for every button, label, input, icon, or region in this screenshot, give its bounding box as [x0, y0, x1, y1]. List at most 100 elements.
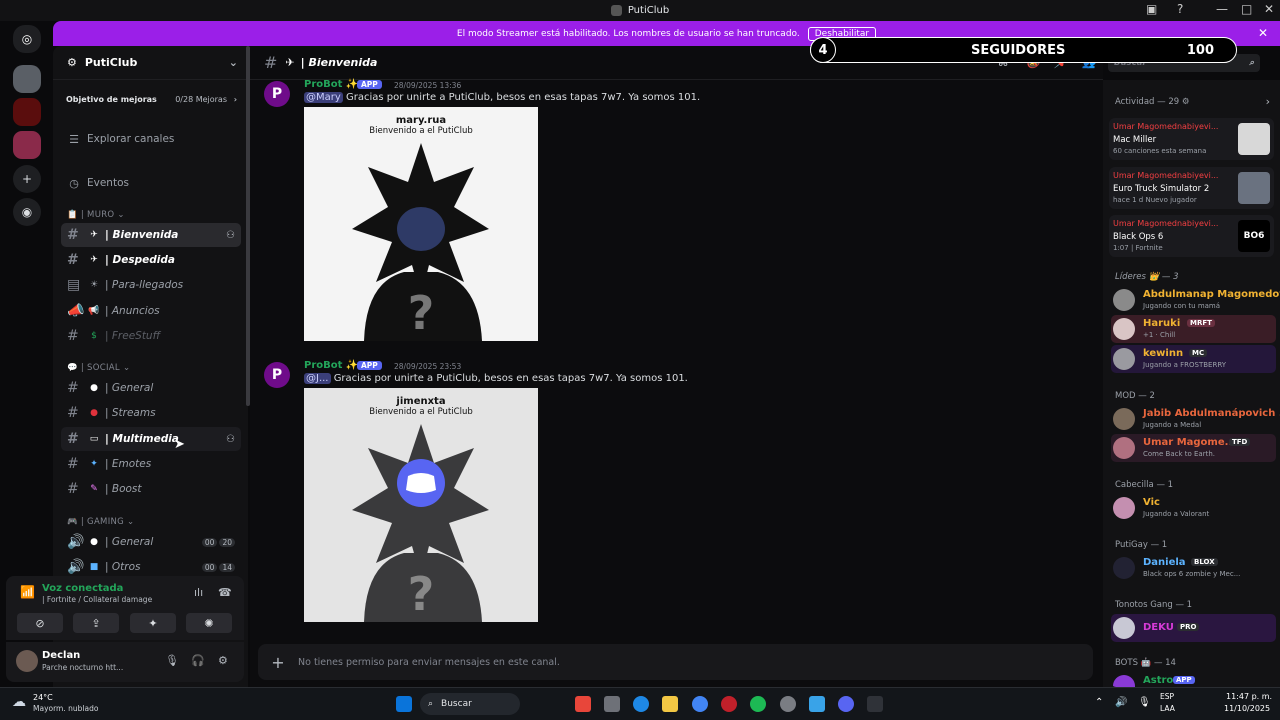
add-member-icon[interactable]: ⚇ [226, 230, 235, 241]
user-mention[interactable]: @Mary [304, 92, 343, 103]
noise-suppression-icon[interactable]: ılı [194, 586, 203, 599]
avatar [1113, 289, 1135, 311]
add-member-icon[interactable]: ⚇ [226, 434, 235, 445]
message-composer[interactable]: + No tienes permiso para enviar mensajes… [258, 644, 1093, 680]
user-mention[interactable]: @J... [304, 373, 331, 384]
edge-icon[interactable] [633, 696, 649, 712]
chevron-right-icon[interactable]: › [1266, 95, 1270, 108]
explore-icon[interactable]: ◉ [13, 198, 41, 226]
notepad-icon[interactable] [809, 696, 825, 712]
member-row[interactable]: Umar Magome... TFD Come Back to Earth. [1111, 434, 1276, 462]
voice-status[interactable]: Voz conectada [42, 583, 123, 594]
events[interactable]: ◷ Eventos [61, 171, 241, 195]
server-icon-2[interactable] [13, 98, 41, 126]
avatar[interactable]: P [264, 81, 290, 107]
username[interactable]: Declan [42, 650, 80, 661]
channel-general[interactable]: # ● | General [61, 376, 241, 400]
activity-header[interactable]: Actividad — 29 ⚙ [1115, 97, 1189, 107]
avatar[interactable] [16, 650, 38, 672]
headphones-icon[interactable]: 🎧 [191, 654, 205, 667]
channel-emoji: $ [91, 331, 97, 341]
avatar[interactable]: P [264, 362, 290, 388]
minimize-button[interactable]: — [1216, 2, 1228, 16]
welcome-image[interactable]: ? jimenxta Bienvenido a el PutiClub [304, 388, 538, 622]
volume-icon[interactable]: 🔊 [1115, 697, 1127, 708]
voice-location[interactable]: | Fortnite / Collateral damage [42, 595, 152, 604]
voice-channel-general[interactable]: 🔊 ● | General 00 20 [61, 530, 241, 554]
channel-despedida[interactable]: # ✈ | Despedida [61, 248, 241, 272]
screen-share-button[interactable]: ⇪ [73, 613, 119, 633]
member-row[interactable]: Daniela BLOX Black ops 6 zombie y Mec... [1111, 554, 1276, 582]
microphone-icon[interactable]: 🎙 [165, 654, 179, 667]
help-icon[interactable]: ? [1177, 2, 1183, 16]
member-row[interactable]: kewinn MC Jugando a FROSTBERRY [1111, 345, 1276, 373]
discord-home-icon[interactable]: ◎ [13, 25, 41, 53]
silhouette-icon: ? [352, 424, 489, 622]
discord-window: PutiClub ▣ ? — □ ✕ ◎ + ◉ El modo Streame… [0, 0, 1280, 720]
channel-freestuff[interactable]: # $ | FreeStuff [61, 324, 241, 348]
activity-card[interactable]: Umar Magomednabiyevi... Euro Truck Simul… [1109, 167, 1274, 209]
store-icon[interactable] [604, 696, 620, 712]
message-author[interactable]: ProBot ✨ [304, 360, 358, 371]
maximize-button[interactable]: □ [1241, 2, 1252, 16]
clock-time[interactable]: 11:47 p. m. [1226, 692, 1272, 701]
message-author[interactable]: ProBot ✨ [304, 79, 358, 90]
activity-card[interactable]: Umar Magomednabiyevi... Black Ops 6 1:07… [1109, 215, 1274, 257]
soundboard-button[interactable]: ✺ [186, 613, 232, 633]
app-icon[interactable] [721, 696, 737, 712]
member-row[interactable]: Astro APP [1111, 672, 1276, 687]
camera-off-button[interactable]: ⊘ [17, 613, 63, 633]
steam-icon[interactable] [780, 696, 796, 712]
spotify-icon[interactable] [750, 696, 766, 712]
terminal-icon[interactable] [867, 696, 883, 712]
server-icon-3[interactable] [13, 131, 41, 159]
channel-anuncios[interactable]: 📣 📢 | Anuncios [61, 299, 241, 323]
channel-para-llegados[interactable]: ▤ ☀ | Para-llegados [61, 273, 241, 297]
activity-button[interactable]: ✦ [130, 613, 176, 633]
weather-desc: Mayorm. nublado [33, 704, 99, 713]
close-window-button[interactable]: ✕ [1264, 2, 1274, 16]
member-row[interactable]: Haruki MRFT +1 · Chill [1111, 315, 1276, 343]
add-attachment-icon: + [271, 652, 285, 672]
taskbar-search[interactable]: ⌕ Buscar [420, 693, 520, 715]
welcome-subtitle: Bienvenido a el PutiClub [369, 126, 473, 136]
member-name: kewinn [1143, 348, 1184, 359]
welcome-image[interactable]: ? mary.rua Bienvenido a el PutiClub [304, 107, 538, 341]
brave-icon[interactable] [575, 696, 591, 712]
category-social[interactable]: 💬 | SOCIAL ⌄ [67, 363, 130, 373]
role-header: Líderes 👑 — 3 [1115, 272, 1179, 282]
member-row[interactable]: Abdulmanap Magomedov... Jugando con tu m… [1111, 286, 1280, 314]
disconnect-icon[interactable]: ☎ [218, 586, 232, 599]
keyboard-lang[interactable]: ESP [1160, 692, 1174, 701]
start-icon[interactable] [396, 696, 412, 712]
server-header[interactable]: ⚙ PutiClub ⌄ [53, 46, 248, 80]
category-gaming[interactable]: 🎮 | GAMING ⌄ [67, 517, 134, 527]
activity-card[interactable]: Umar Magomednabiyevi... Mac Miller 60 ca… [1109, 118, 1274, 160]
member-row[interactable]: DEKU PRO [1111, 614, 1276, 642]
channel-bienvenida[interactable]: # ✈ | Bienvenida ⚇ [61, 223, 241, 247]
microphone-icon[interactable]: 🎙 [1138, 697, 1151, 708]
welcome-subtitle: Bienvenido a el PutiClub [369, 407, 473, 417]
member-tag: TFD [1229, 438, 1251, 446]
channel-emotes[interactable]: # ✦ | Emotes [61, 452, 241, 476]
add-server-icon[interactable]: + [13, 165, 41, 193]
user-settings-icon[interactable]: ⚙ [218, 654, 228, 667]
channel-boost[interactable]: # ✎ | Boost [61, 477, 241, 501]
boost-goal[interactable]: Objetivo de mejoras 0/28 Mejoras › [53, 90, 241, 108]
chevron-up-icon[interactable]: ⌃ [1095, 697, 1103, 708]
explore-channels[interactable]: ☰ Explorar canales [61, 127, 241, 151]
channel-multimedia[interactable]: # ▭ | Multimedia ⚇ [61, 427, 241, 451]
inbox-icon[interactable]: ▣ [1146, 2, 1157, 16]
member-row[interactable]: Vic Jugando a Valorant [1111, 494, 1276, 522]
chrome-icon[interactable] [692, 696, 708, 712]
member-name: Vic [1143, 497, 1160, 508]
server-puticlub-icon[interactable] [13, 65, 41, 93]
folder-icon[interactable] [662, 696, 678, 712]
category-muro[interactable]: 📋 | MURO ⌄ [67, 210, 125, 220]
category-social-label: | SOCIAL [80, 363, 120, 373]
discord-icon[interactable] [838, 696, 854, 712]
weather-icon[interactable]: ☁ [12, 694, 26, 710]
member-row[interactable]: Jabib Abdulmanápovich ... Jugando a Meda… [1111, 405, 1280, 433]
close-icon[interactable]: ✕ [1258, 26, 1268, 40]
channel-streams[interactable]: # ● | Streams [61, 401, 241, 425]
